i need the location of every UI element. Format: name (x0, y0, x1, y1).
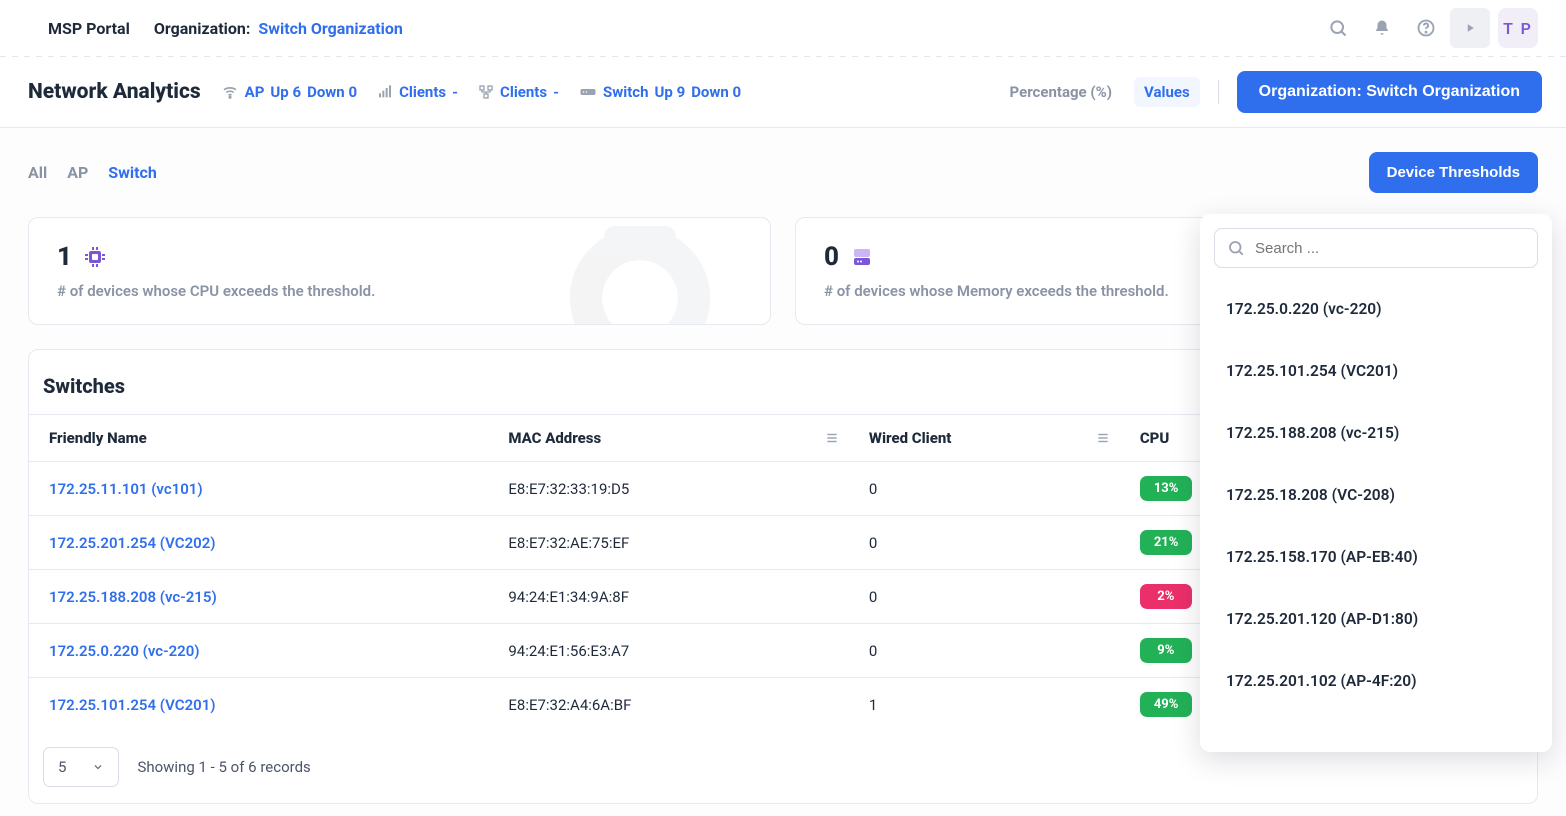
stat-ap[interactable]: AP Up 6 Down 0 (221, 83, 357, 101)
cpu-badge: 2% (1140, 584, 1192, 609)
device-list-item[interactable]: 172.25.188.208 (vc-215) (1200, 402, 1552, 464)
friendly-name-link[interactable]: 172.25.101.254 (VC201) (29, 678, 488, 732)
page-title: Network Analytics (28, 80, 201, 104)
stat-switch[interactable]: Switch Up 9 Down 0 (579, 83, 741, 101)
pagination-summary: Showing 1 - 5 of 6 records (137, 758, 310, 776)
signal-bars-icon (377, 84, 393, 100)
pagesize-select[interactable]: 5 (43, 747, 119, 787)
stat-switch-label: Switch (603, 83, 649, 101)
stat-ap-down: Down 0 (307, 83, 357, 101)
stat-ap-label: AP (245, 83, 265, 101)
stat-switch-up: Up 9 (655, 83, 686, 101)
stat-clients2-val: - (553, 83, 559, 101)
tabs-row: All AP Switch Device Thresholds (28, 152, 1538, 193)
column-menu-icon[interactable] (825, 431, 839, 445)
secondary-bar: Network Analytics AP Up 6 Down 0 Clients… (0, 57, 1566, 128)
search-icon[interactable] (1318, 8, 1358, 48)
col-wired[interactable]: Wired Client (849, 415, 1120, 462)
device-list-item[interactable]: 172.25.201.102 (AP-4F:20) (1200, 650, 1552, 712)
top-bar: MSP Portal Organization: Switch Organiza… (0, 0, 1566, 56)
friendly-name-link[interactable]: 172.25.188.208 (vc-215) (29, 570, 488, 624)
org-switch-link[interactable]: Switch Organization (258, 19, 403, 38)
view-toggle: Percentage (%) Values Organization: Swit… (1000, 71, 1542, 113)
cpu-desc: # of devices whose CPU exceeds the thres… (57, 282, 742, 300)
org-switch-button[interactable]: Organization: Switch Organization (1237, 71, 1542, 113)
stat-clients-1[interactable]: Clients - (377, 83, 458, 101)
mac-cell: E8:E7:32:AE:75:EF (488, 516, 849, 570)
device-list-item[interactable]: 172.25.201.120 (AP-D1:80) (1200, 588, 1552, 650)
device-list-panel: 172.25.0.220 (vc-220)172.25.101.254 (VC2… (1200, 214, 1552, 752)
stat-clients1-val: - (452, 83, 458, 101)
stat-clients-2[interactable]: Clients - (478, 83, 559, 101)
col-friendly[interactable]: Friendly Name (29, 415, 488, 462)
cpu-badge: 9% (1140, 638, 1192, 663)
col-cpu-label: CPU (1140, 429, 1169, 447)
tab-switch[interactable]: Switch (108, 163, 157, 182)
cpu-chip-icon (82, 244, 108, 270)
wired-cell: 0 (849, 570, 1120, 624)
friendly-name-link[interactable]: 172.25.11.101 (vc101) (29, 462, 488, 516)
memory-count: 0 (824, 242, 839, 272)
toggle-values[interactable]: Values (1134, 77, 1200, 107)
help-icon[interactable] (1406, 8, 1446, 48)
wired-cell: 0 (849, 624, 1120, 678)
vertical-separator (1218, 80, 1219, 104)
mac-cell: 94:24:E1:56:E3:A7 (488, 624, 849, 678)
wired-cell: 0 (849, 462, 1120, 516)
col-mac[interactable]: MAC Address (488, 415, 849, 462)
metric-card-cpu: 1 # of devices whose CPU exceeds the thr… (28, 217, 771, 325)
pagesize-value: 5 (58, 758, 66, 776)
stat-clients2-label: Clients (500, 83, 547, 101)
device-list-item[interactable]: 172.25.158.170 (AP-EB:40) (1200, 526, 1552, 588)
memory-server-icon (849, 244, 875, 270)
device-list-item[interactable]: 172.25.0.220 (vc-220) (1200, 278, 1552, 340)
device-list-item[interactable]: 172.25.101.254 (VC201) (1200, 340, 1552, 402)
stat-switch-down: Down 0 (691, 83, 741, 101)
search-icon (1227, 239, 1245, 257)
wired-cell: 1 (849, 678, 1120, 732)
device-search[interactable] (1214, 228, 1538, 268)
network-icon (478, 84, 494, 100)
chevron-down-icon (92, 761, 104, 773)
col-friendly-label: Friendly Name (49, 429, 147, 447)
wired-cell: 0 (849, 516, 1120, 570)
toggle-percentage[interactable]: Percentage (%) (1000, 77, 1122, 107)
cpu-badge: 13% (1140, 476, 1193, 501)
mac-cell: 94:24:E1:34:9A:8F (488, 570, 849, 624)
video-icon[interactable] (1450, 8, 1490, 48)
tab-all[interactable]: All (28, 163, 47, 182)
stat-ap-up: Up 6 (270, 83, 301, 101)
cpu-count: 1 (57, 242, 72, 272)
friendly-name-link[interactable]: 172.25.0.220 (vc-220) (29, 624, 488, 678)
tab-ap[interactable]: AP (67, 163, 88, 182)
device-search-input[interactable] (1255, 240, 1525, 257)
friendly-name-link[interactable]: 172.25.201.254 (VC202) (29, 516, 488, 570)
mac-cell: E8:E7:32:A4:6A:BF (488, 678, 849, 732)
col-mac-label: MAC Address (508, 429, 601, 447)
org-label: Organization: (154, 19, 251, 38)
device-thresholds-button[interactable]: Device Thresholds (1369, 152, 1538, 193)
tabs: All AP Switch (28, 163, 157, 182)
col-wired-label: Wired Client (869, 429, 952, 447)
bell-icon[interactable] (1362, 8, 1402, 48)
avatar[interactable]: T P (1498, 8, 1538, 48)
device-list-item[interactable]: 172.25.18.208 (VC-208) (1200, 464, 1552, 526)
cpu-badge: 49% (1140, 692, 1193, 717)
cpu-badge: 21% (1140, 530, 1193, 555)
device-list[interactable]: 172.25.0.220 (vc-220)172.25.101.254 (VC2… (1200, 274, 1552, 752)
portal-title: MSP Portal (48, 19, 130, 38)
column-menu-icon[interactable] (1096, 431, 1110, 445)
switch-device-icon (579, 85, 597, 99)
wifi-icon (221, 83, 239, 101)
stat-clients1-label: Clients (399, 83, 446, 101)
mac-cell: E8:E7:32:33:19:D5 (488, 462, 849, 516)
